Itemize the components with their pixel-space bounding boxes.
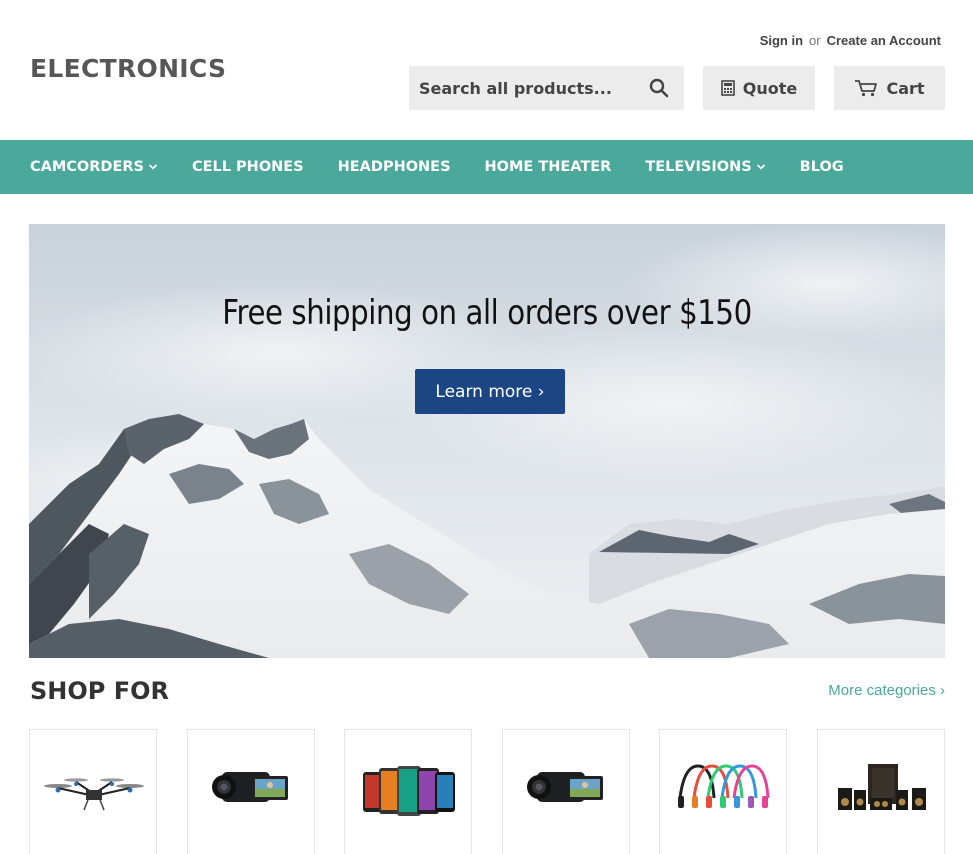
drone-icon <box>44 778 144 811</box>
nav-item-label: BLOG <box>799 159 844 175</box>
category-card-camcorders-2[interactable] <box>501 729 630 854</box>
mountain-background-image <box>29 224 945 658</box>
search-bar <box>409 66 684 110</box>
nav-item-label: HEADPHONES <box>337 159 451 175</box>
site-header: ELECTRONICS Sign in or Create an Account Q… <box>0 0 973 140</box>
nav-item-label: TELEVISIONS <box>645 159 752 175</box>
nav-item-label: CAMCORDERS <box>30 159 144 175</box>
camcorder-icon <box>526 772 603 802</box>
quote-label: Quote <box>742 78 798 98</box>
more-categories-link[interactable]: More categories › <box>828 682 945 699</box>
site-logo[interactable]: ELECTRONICS <box>30 54 226 83</box>
category-card-camcorders[interactable] <box>186 729 315 854</box>
nav-item-label: HOME THEATER <box>484 159 612 175</box>
create-account-link[interactable]: Create an Account <box>827 33 941 48</box>
nav-item-blog[interactable]: BLOG <box>800 159 844 175</box>
camcorder-icon <box>211 772 288 802</box>
nav-item-cell-phones[interactable]: CELL PHONES <box>192 159 304 175</box>
nav-item-headphones[interactable]: HEADPHONES <box>338 159 451 175</box>
nav-item-home-theater[interactable]: HOME THEATER <box>485 159 612 175</box>
category-cards <box>29 729 945 854</box>
search-button[interactable] <box>639 66 679 110</box>
cell-phones-icon <box>363 766 456 816</box>
account-links: Sign in or Create an Account <box>760 33 941 48</box>
category-card-cell-phones[interactable] <box>344 729 473 854</box>
cart-icon <box>855 80 878 97</box>
nav-item-televisions[interactable]: TELEVISIONS <box>645 159 765 175</box>
learn-more-button[interactable]: Learn more › <box>415 369 565 414</box>
headphones-icon <box>678 764 770 808</box>
or-text: or <box>809 33 821 48</box>
category-card-headphones[interactable] <box>659 729 788 854</box>
speakers-icon <box>837 764 926 810</box>
main-nav: CAMCORDERS CELL PHONES HEADPHONES HOME T… <box>0 140 973 194</box>
category-card-drone[interactable] <box>29 729 157 854</box>
chevron-down-icon <box>148 164 158 170</box>
cart-button[interactable]: Cart <box>834 66 945 110</box>
sign-in-link[interactable]: Sign in <box>760 33 803 48</box>
quote-button[interactable]: Quote <box>703 66 815 110</box>
category-card-home-theater[interactable] <box>816 729 945 854</box>
search-icon <box>649 78 669 98</box>
shop-for-heading: SHOP FOR <box>30 677 169 705</box>
cart-label: Cart <box>886 78 925 98</box>
nav-item-camcorders[interactable]: CAMCORDERS <box>30 159 158 175</box>
nav-item-label: CELL PHONES <box>191 159 304 175</box>
hero-banner[interactable]: Free shipping on all orders over $150 Le… <box>29 224 945 658</box>
chevron-down-icon <box>756 164 765 170</box>
hero-headline: Free shipping on all orders over $150 <box>222 293 752 333</box>
search-input[interactable] <box>409 78 639 98</box>
calculator-icon <box>720 80 735 96</box>
